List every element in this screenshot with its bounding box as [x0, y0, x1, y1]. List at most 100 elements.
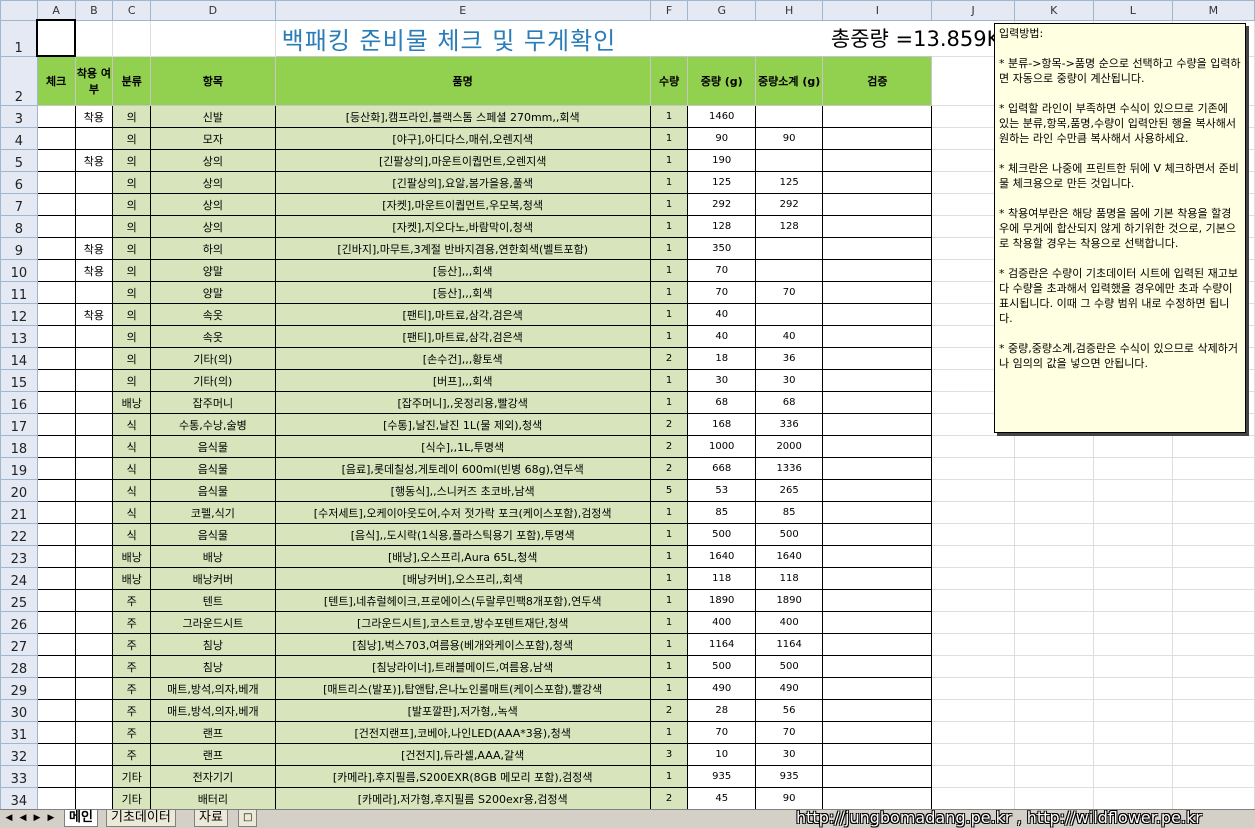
category-cell[interactable]: 기타 [112, 765, 152, 788]
empty-cell[interactable] [1171, 699, 1255, 722]
wear-cell[interactable] [74, 127, 114, 150]
empty-cell[interactable] [931, 457, 1015, 480]
verify-cell[interactable] [822, 721, 933, 744]
empty-cell[interactable] [931, 435, 1015, 458]
item-cell[interactable]: 하의 [150, 237, 276, 260]
weight-cell[interactable]: 118 [687, 567, 756, 590]
wear-cell[interactable]: 착용 [74, 303, 114, 326]
qty-cell[interactable]: 2 [649, 347, 689, 370]
verify-cell[interactable] [822, 479, 933, 502]
row-header[interactable]: 21 [0, 501, 38, 524]
verify-cell[interactable] [822, 787, 933, 810]
verify-cell[interactable] [822, 457, 933, 480]
category-cell[interactable]: 주 [112, 677, 152, 700]
item-cell[interactable]: 전자기기 [150, 765, 276, 788]
empty-cell[interactable] [1171, 457, 1255, 480]
category-cell[interactable]: 의 [112, 259, 152, 282]
check-cell[interactable] [36, 435, 76, 458]
empty-cell[interactable] [1013, 479, 1094, 502]
qty-cell[interactable]: 1 [649, 567, 689, 590]
wear-cell[interactable] [74, 699, 114, 722]
category-cell[interactable]: 의 [112, 303, 152, 326]
row-header[interactable]: 4 [0, 127, 38, 150]
category-cell[interactable]: 식 [112, 501, 152, 524]
category-cell[interactable]: 의 [112, 215, 152, 238]
subtotal-cell[interactable] [754, 303, 824, 326]
column-header[interactable]: M [1171, 0, 1255, 21]
subtotal-cell[interactable]: 490 [754, 677, 824, 700]
verify-cell[interactable] [822, 523, 933, 546]
weight-cell[interactable]: 1890 [687, 589, 756, 612]
verify-cell[interactable] [822, 413, 933, 436]
weight-cell[interactable]: 125 [687, 171, 756, 194]
column-header[interactable]: K [1013, 0, 1094, 21]
product-cell[interactable]: [건전지],듀라셀,AAA,갈색 [274, 743, 651, 766]
weight-cell[interactable]: 1000 [687, 435, 756, 458]
category-cell[interactable]: 배낭 [112, 567, 152, 590]
qty-cell[interactable]: 1 [649, 193, 689, 216]
empty-cell[interactable] [1171, 435, 1255, 458]
wear-cell[interactable] [74, 347, 114, 370]
column-header[interactable]: A [36, 0, 76, 21]
subtotal-cell[interactable] [754, 105, 824, 128]
item-cell[interactable]: 양말 [150, 259, 276, 282]
verify-cell[interactable] [822, 567, 933, 590]
verify-cell[interactable] [822, 105, 933, 128]
item-cell[interactable]: 기타(의) [150, 347, 276, 370]
product-cell[interactable]: [건전지랜프],코베아,나인LED(AAA*3용),청색 [274, 721, 651, 744]
empty-cell[interactable] [1013, 699, 1094, 722]
wear-cell[interactable]: 착용 [74, 259, 114, 282]
verify-cell[interactable] [822, 501, 933, 524]
subtotal-cell[interactable]: 90 [754, 127, 824, 150]
row-header[interactable]: 33 [0, 765, 38, 788]
category-cell[interactable]: 주 [112, 743, 152, 766]
next-sheet-icon[interactable]: ▶ [32, 812, 42, 824]
weight-cell[interactable]: 85 [687, 501, 756, 524]
qty-cell[interactable]: 1 [649, 149, 689, 172]
subtotal-cell[interactable]: 118 [754, 567, 824, 590]
item-cell[interactable]: 기타(의) [150, 369, 276, 392]
product-cell[interactable]: [등산],,,회색 [274, 281, 651, 304]
verify-cell[interactable] [822, 655, 933, 678]
product-cell[interactable]: [야구],아디다스,매쉬,오렌지색 [274, 127, 651, 150]
item-cell[interactable]: 양말 [150, 281, 276, 304]
item-cell[interactable]: 랜프 [150, 721, 276, 744]
check-cell[interactable] [36, 611, 76, 634]
weight-cell[interactable]: 490 [687, 677, 756, 700]
item-cell[interactable]: 신발 [150, 105, 276, 128]
column-header[interactable]: H [754, 0, 824, 21]
empty-cell[interactable] [1013, 457, 1094, 480]
qty-cell[interactable]: 1 [649, 589, 689, 612]
row-header[interactable]: 12 [0, 303, 38, 326]
qty-cell[interactable]: 2 [649, 699, 689, 722]
row-header[interactable]: 1 [0, 19, 38, 57]
subtotal-cell[interactable]: 85 [754, 501, 824, 524]
category-cell[interactable]: 배낭 [112, 545, 152, 568]
product-cell[interactable]: [긴팔상의],마운트이퀍먼트,오렌지색 [274, 149, 651, 172]
product-cell[interactable]: [등산화],캠프라인,블랙스톰 스페셜 270mm,,회색 [274, 105, 651, 128]
weight-cell[interactable]: 190 [687, 149, 756, 172]
item-cell[interactable]: 침낭 [150, 633, 276, 656]
wear-cell[interactable] [74, 589, 114, 612]
weight-cell[interactable]: 45 [687, 787, 756, 810]
verify-cell[interactable] [822, 171, 933, 194]
wear-cell[interactable]: 착용 [74, 105, 114, 128]
product-cell[interactable]: [침낭],벅스703,여름용(베개와케이스포함),청색 [274, 633, 651, 656]
column-header[interactable]: F [649, 0, 689, 21]
product-cell[interactable]: [침낭라이너],트래블메이드,여름용,남색 [274, 655, 651, 678]
category-cell[interactable]: 주 [112, 699, 152, 722]
item-cell[interactable]: 속옷 [150, 303, 276, 326]
qty-cell[interactable]: 2 [649, 435, 689, 458]
product-cell[interactable]: [텐트],네츄럴헤이크,프로에이스(두랄루민팩8개포함),연두색 [274, 589, 651, 612]
verify-cell[interactable] [822, 545, 933, 568]
insert-sheet-icon[interactable]: □ [238, 810, 258, 827]
subtotal-cell[interactable]: 336 [754, 413, 824, 436]
verify-cell[interactable] [822, 589, 933, 612]
empty-cell[interactable] [1092, 721, 1173, 744]
verify-cell[interactable] [822, 765, 933, 788]
item-cell[interactable]: 음식물 [150, 523, 276, 546]
empty-cell[interactable] [1171, 589, 1255, 612]
check-cell[interactable] [36, 303, 76, 326]
product-cell[interactable]: [음식],,도시락(1식용,플라스틱용기 포함),투명색 [274, 523, 651, 546]
wear-cell[interactable] [74, 215, 114, 238]
